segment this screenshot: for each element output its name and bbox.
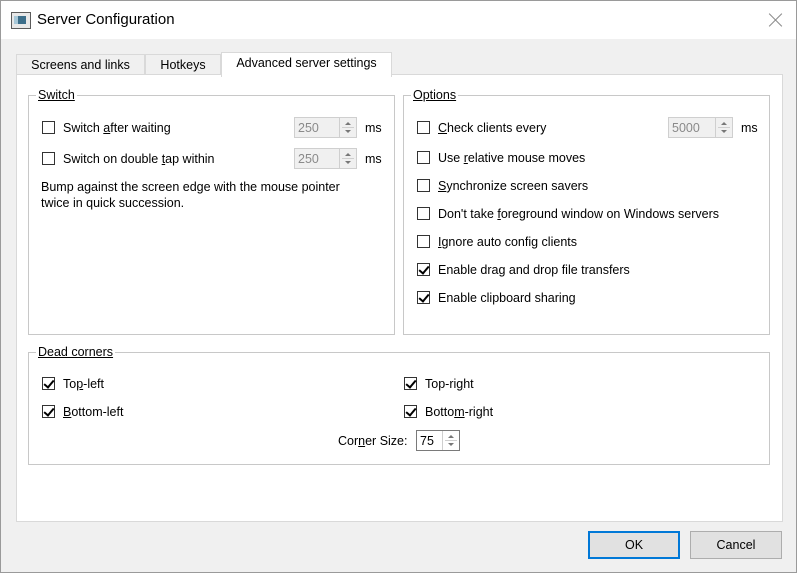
bottom-left-checkbox[interactable] [42,405,55,418]
switch-double-tap-label: Switch on double tap within [63,152,215,166]
tab-screens-and-links[interactable]: Screens and links [16,54,145,76]
check-clients-label: Check clients every [438,121,547,135]
tab-advanced-server-settings[interactable]: Advanced server settings [221,52,392,77]
checkmark-icon [418,291,430,303]
switch-after-waiting-label: Switch after waiting [63,121,171,135]
foreground-window-checkbox[interactable] [417,207,430,220]
bottom-right-label: Bottom-right [425,405,494,419]
bottom-right-checkbox[interactable] [404,405,417,418]
checkmark-icon [43,405,55,417]
spin-down-icon [345,130,351,133]
window-title: Server Configuration [37,11,175,28]
synchronize-screen-savers-checkbox[interactable] [417,179,430,192]
top-left-label: Top-left [63,377,104,391]
checkmark-icon [405,405,417,417]
switch-delay-spinbox[interactable]: 250 [294,117,357,138]
spin-arrows[interactable] [339,149,356,168]
corner-size-label: Corner Size: [338,434,408,448]
app-icon [11,12,31,29]
switch-group-title: Switch [36,88,77,102]
relative-mouse-moves-checkbox[interactable] [417,151,430,164]
top-right-checkbox[interactable] [404,377,417,390]
spin-down-icon [448,443,454,446]
ignore-auto-config-label: Ignore auto config clients [438,235,577,249]
ok-button[interactable]: OK [588,531,680,559]
check-clients-checkbox[interactable] [417,121,430,134]
close-icon[interactable] [767,11,785,29]
spin-arrows[interactable] [442,431,459,450]
checkmark-icon [418,263,430,275]
dead-corners-title: Dead corners [36,345,116,359]
relative-mouse-moves-label: Use relative mouse moves [438,151,586,165]
check-clients-unit: ms [741,121,758,135]
switch-delay-unit: ms [365,121,382,135]
spin-down-icon [345,161,351,164]
check-clients-spinbox[interactable]: 5000 [668,117,733,138]
spin-arrows[interactable] [339,118,356,137]
checkmark-icon [405,377,417,389]
foreground-window-label: Don't take foreground window on Windows … [438,207,720,221]
switch-description: Bump against the screen edge with the mo… [41,180,340,210]
cancel-button[interactable]: Cancel [690,531,782,559]
checkmark-icon [43,377,55,389]
clipboard-sharing-checkbox[interactable] [417,291,430,304]
switch-double-tap-checkbox[interactable] [42,152,55,165]
dead-corners-group [28,352,770,465]
synchronize-screen-savers-label: Synchronize screen savers [438,179,589,193]
double-tap-spinbox[interactable]: 250 [294,148,357,169]
spin-up-icon [345,122,351,125]
clipboard-sharing-label: Enable clipboard sharing [438,291,576,305]
ignore-auto-config-checkbox[interactable] [417,235,430,248]
tab-hotkeys[interactable]: Hotkeys [145,54,221,76]
spin-up-icon [448,435,454,438]
spin-down-icon [721,130,727,133]
switch-after-waiting-checkbox[interactable] [42,121,55,134]
spin-arrows[interactable] [715,118,732,137]
top-left-checkbox[interactable] [42,377,55,390]
corner-size-spinbox[interactable]: 75 [416,430,460,451]
drag-drop-label: Enable drag and drop file transfers [438,263,630,277]
spin-up-icon [345,153,351,156]
drag-drop-checkbox[interactable] [417,263,430,276]
spin-up-icon [721,122,727,125]
options-group-title: Options [411,88,459,102]
bottom-left-label: Bottom-left [63,405,124,419]
title-bar: Server Configuration [1,1,796,39]
double-tap-unit: ms [365,152,382,166]
top-right-label: Top-right [425,377,474,391]
